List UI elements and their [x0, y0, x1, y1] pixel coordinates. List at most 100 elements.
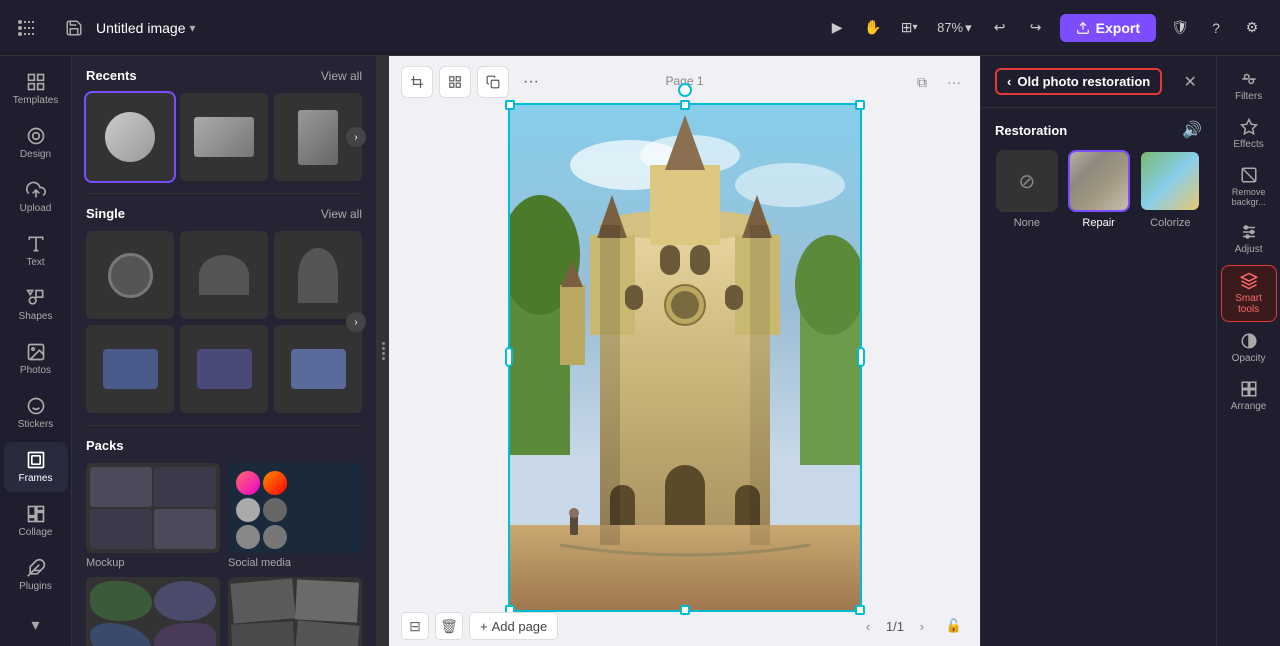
- canvas-area: ··· Page 1 ⧉ ···: [389, 56, 980, 646]
- single-thumb-4[interactable]: [86, 325, 174, 413]
- crop-icon[interactable]: [401, 66, 433, 98]
- sidebar-item-templates[interactable]: Templates: [4, 64, 68, 114]
- redo-btn[interactable]: ↪: [1020, 12, 1052, 44]
- pack-item-irregular[interactable]: Irregular shape: [86, 577, 220, 646]
- main-layout: Templates Design Upload Text: [0, 56, 1280, 646]
- right-tool-remove-bg-label: Remove backgr...: [1225, 187, 1273, 207]
- right-tool-remove-bg[interactable]: Remove backgr...: [1221, 160, 1277, 213]
- sidebar-item-text[interactable]: Text: [4, 226, 68, 276]
- app-logo[interactable]: [12, 12, 44, 44]
- undo-btn[interactable]: ↩: [984, 12, 1016, 44]
- single-thumb-5[interactable]: [180, 325, 268, 413]
- canvas-grid-btn[interactable]: ⊟: [401, 612, 429, 640]
- right-tool-effects[interactable]: Effects: [1221, 112, 1277, 156]
- volume-icon[interactable]: 🔊: [1182, 120, 1202, 140]
- play-btn[interactable]: ▶: [821, 12, 853, 44]
- doc-title[interactable]: Untitled image ▾: [96, 20, 196, 36]
- page-prev-btn[interactable]: ‹: [856, 614, 880, 638]
- single-thumb-1[interactable]: [86, 231, 174, 319]
- sidebar-item-frames-label: Frames: [19, 473, 53, 484]
- sidebar-item-stickers-label: Stickers: [18, 419, 54, 430]
- restoration-opt-none[interactable]: ⊘ None: [995, 150, 1059, 229]
- right-tool-effects-label: Effects: [1233, 139, 1263, 150]
- sidebar-item-collage[interactable]: Collage: [4, 496, 68, 546]
- sidebar-item-plugins[interactable]: Plugins: [4, 550, 68, 600]
- right-tool-filters[interactable]: Filters: [1221, 64, 1277, 108]
- recents-next-btn[interactable]: ›: [346, 127, 366, 147]
- back-to-smart-tools-btn[interactable]: ‹ Old photo restoration: [995, 68, 1162, 95]
- export-label: Export: [1096, 20, 1140, 36]
- canvas-image: [510, 105, 860, 610]
- recent-thumb-2[interactable]: [180, 93, 268, 181]
- sidebar-item-collage-label: Collage: [19, 527, 53, 538]
- restoration-opt-repair[interactable]: Repair: [1067, 150, 1131, 229]
- recents-title: Recents: [86, 68, 137, 83]
- add-page-btn[interactable]: + Add page: [469, 612, 558, 640]
- right-tool-smart-label: Smart tools: [1226, 293, 1272, 315]
- recents-section: Recents View all ›: [72, 56, 376, 193]
- recents-view-all[interactable]: View all: [321, 69, 362, 83]
- sidebar-item-photos[interactable]: Photos: [4, 334, 68, 384]
- more-options-btn[interactable]: ···: [515, 66, 547, 98]
- view-options-btn[interactable]: ⊞ ▾: [893, 12, 925, 44]
- packs-section: Packs Mockup: [72, 426, 376, 646]
- sidebar-item-design[interactable]: Design: [4, 118, 68, 168]
- handle-mid-left[interactable]: [505, 347, 513, 367]
- single-thumb-2[interactable]: [180, 231, 268, 319]
- lock-icon[interactable]: 🔓: [940, 612, 968, 640]
- restoration-section: Restoration 🔊 ⊘ None: [981, 108, 1216, 241]
- recents-header: Recents View all: [86, 68, 362, 83]
- sidebar-item-plugins-label: Plugins: [19, 581, 52, 592]
- pack-item-polaroids[interactable]: Polaroids and photo f...: [228, 577, 362, 646]
- hand-tool-btn[interactable]: ✋: [857, 12, 889, 44]
- collapse-dots: [382, 342, 385, 360]
- shield-icon[interactable]: 🛡: [1164, 12, 1196, 44]
- pack-item-social[interactable]: Social media: [228, 463, 362, 569]
- sidebar-item-shapes[interactable]: Shapes: [4, 280, 68, 330]
- panel-collapse-handle[interactable]: [377, 56, 389, 646]
- settings-icon[interactable]: ⚙: [1236, 12, 1268, 44]
- pack-item-mockup[interactable]: Mockup: [86, 463, 220, 569]
- single-next-btn[interactable]: ›: [346, 312, 366, 332]
- duplicate-icon[interactable]: [477, 66, 509, 98]
- help-icon[interactable]: ?: [1200, 12, 1232, 44]
- packs-header: Packs: [86, 438, 362, 453]
- single-thumb-6[interactable]: [274, 325, 362, 413]
- canvas-trash-btn[interactable]: 🗑: [435, 612, 463, 640]
- sidebar-item-upload[interactable]: Upload: [4, 172, 68, 222]
- right-tool-smart-tools[interactable]: Smart tools: [1221, 265, 1277, 322]
- single-thumb-3[interactable]: [274, 231, 362, 319]
- sidebar-item-frames[interactable]: Frames: [4, 442, 68, 492]
- single-header: Single View all: [86, 206, 362, 221]
- right-tool-opacity[interactable]: Opacity: [1221, 326, 1277, 370]
- save-icon[interactable]: [60, 14, 88, 42]
- pack-mockup-label: Mockup: [86, 557, 220, 569]
- sidebar-item-templates-label: Templates: [13, 95, 59, 106]
- restoration-opt-colorize[interactable]: Colorize: [1138, 150, 1202, 229]
- right-tool-arrange[interactable]: Arrange: [1221, 374, 1277, 418]
- canvas-toolbar: ···: [389, 56, 980, 108]
- canvas-image-wrapper[interactable]: [508, 103, 862, 612]
- recent-thumb-1[interactable]: [86, 93, 174, 181]
- sidebar-collapse-btn[interactable]: ▾: [22, 612, 50, 638]
- export-button[interactable]: Export: [1060, 14, 1156, 42]
- zoom-level: 87%: [937, 20, 963, 35]
- close-panel-btn[interactable]: ✕: [1178, 70, 1202, 94]
- left-sidebar: Templates Design Upload Text: [0, 56, 72, 646]
- right-content: ‹ Old photo restoration ✕ Restoration 🔊 …: [981, 56, 1216, 646]
- repair-label: Repair: [1082, 217, 1114, 229]
- zoom-chevron: ▾: [965, 20, 972, 36]
- topbar-right-icons: 🛡 ? ⚙: [1164, 12, 1268, 44]
- right-tool-adjust[interactable]: Adjust: [1221, 217, 1277, 261]
- single-title: Single: [86, 206, 125, 221]
- sidebar-item-stickers[interactable]: Stickers: [4, 388, 68, 438]
- single-view-all[interactable]: View all: [321, 207, 362, 221]
- topbar: Untitled image ▾ ▶ ✋ ⊞ ▾ 87% ▾ ↩ ↪ Expor…: [0, 0, 1280, 56]
- right-tool-filters-label: Filters: [1235, 91, 1262, 102]
- zoom-selector[interactable]: 87% ▾: [929, 16, 980, 40]
- grid-icon[interactable]: [439, 66, 471, 98]
- pack-mockup-thumb: [86, 463, 220, 553]
- right-tool-adjust-label: Adjust: [1235, 244, 1263, 255]
- handle-mid-right[interactable]: [857, 347, 865, 367]
- page-next-btn[interactable]: ›: [910, 614, 934, 638]
